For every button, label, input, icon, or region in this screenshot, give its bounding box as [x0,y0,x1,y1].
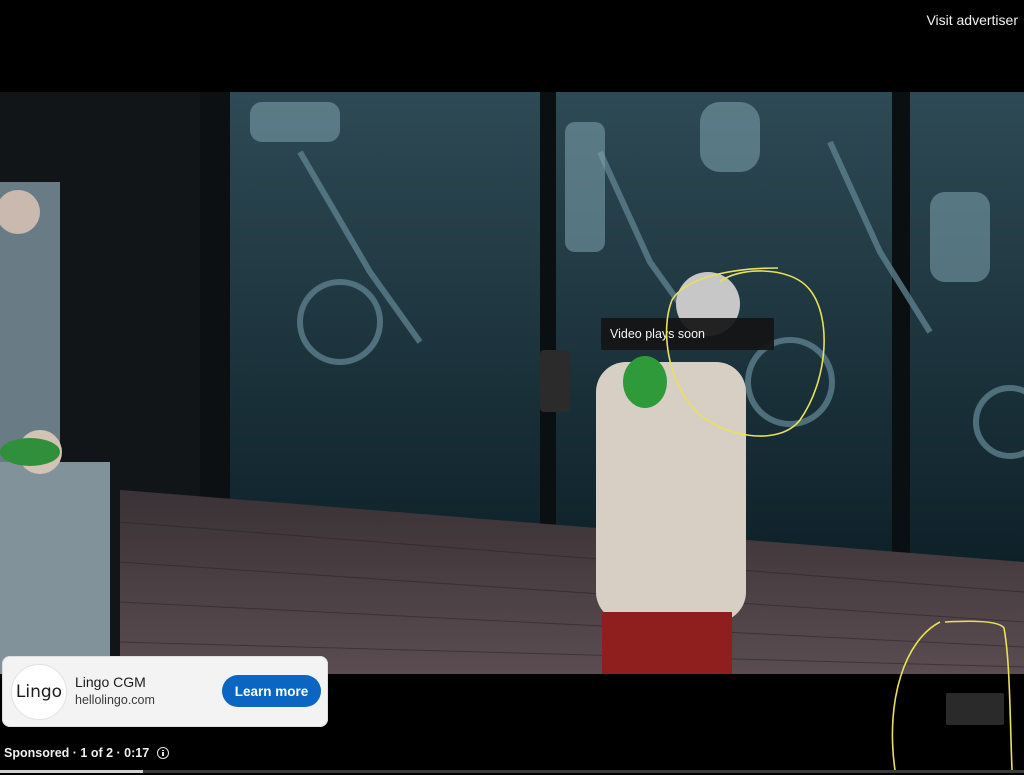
progress-fill [0,770,144,773]
info-icon[interactable] [157,747,170,759]
video-still-image [0,92,1024,674]
progress-bar[interactable] [0,770,1024,773]
sponsored-info: Sponsored · 1 of 2 · 0:17 [4,746,170,760]
advertiser-url: hellolingo.com [75,693,155,707]
advertiser-logo: Lingo [11,664,67,720]
video-player[interactable]: Visit advertiser Video plays soon Lingo … [0,0,1024,775]
video-status-tooltip: Video plays soon [601,318,774,350]
skip-ad-placeholder[interactable] [946,693,1004,725]
advertiser-name: Lingo CGM [75,674,146,690]
ad-card[interactable]: Lingo Lingo CGM hellolingo.com Learn mor… [2,656,328,727]
sponsored-text: Sponsored · 1 of 2 · 0:17 [4,746,150,760]
visit-advertiser-link[interactable]: Visit advertiser [926,12,1018,28]
video-frame[interactable] [0,92,1024,674]
learn-more-button[interactable]: Learn more [222,675,321,707]
